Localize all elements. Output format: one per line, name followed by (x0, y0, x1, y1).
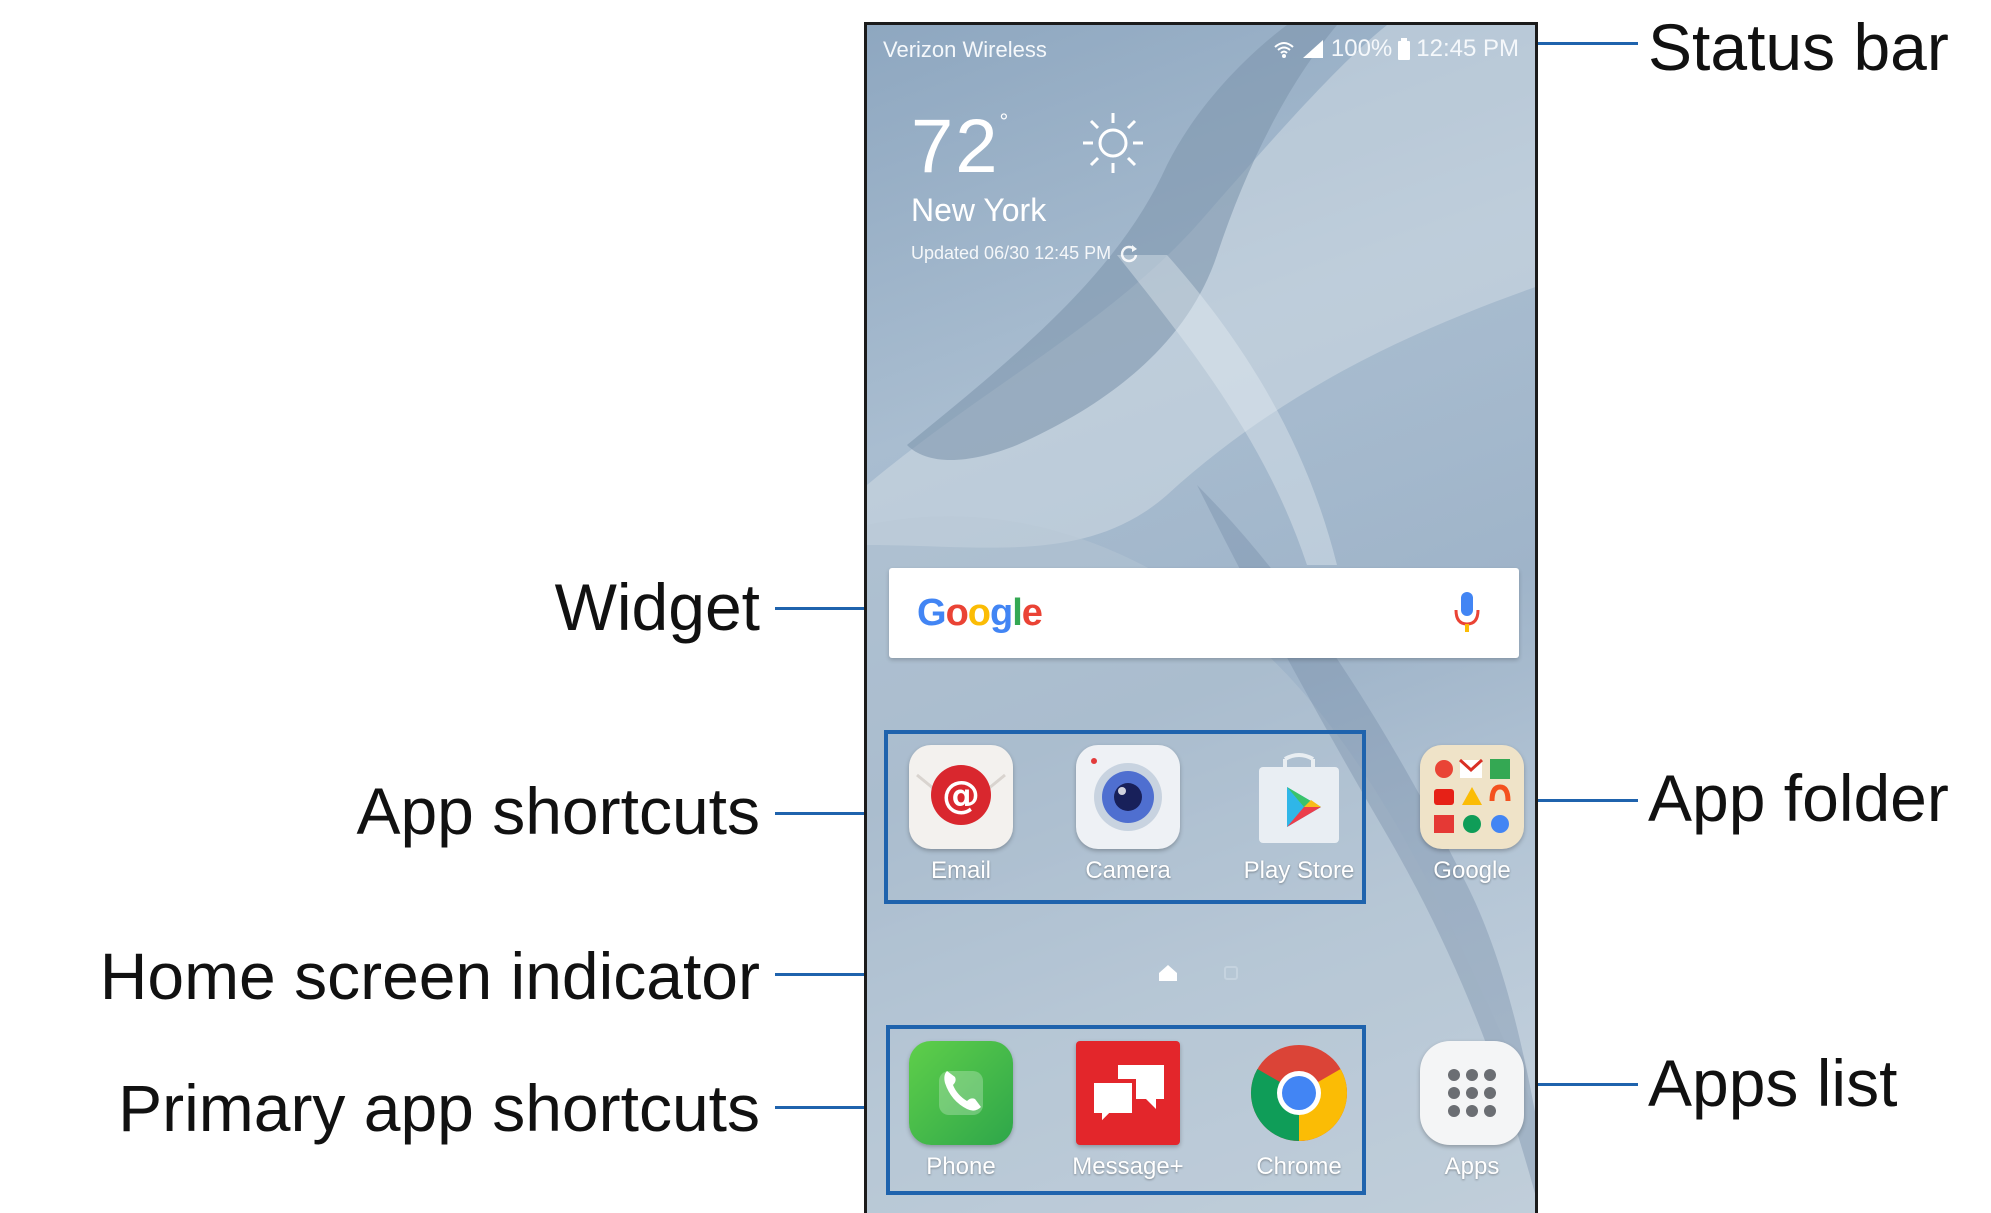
callout-primary-app-shortcuts: Primary app shortcuts (118, 1071, 760, 1145)
callout-apps-list: Apps list (1648, 1046, 1898, 1120)
callout-status-bar: Status bar (1648, 10, 1949, 84)
status-bar: Verizon Wireless 100% 12:45 PM (867, 25, 1535, 69)
wifi-icon (1274, 42, 1294, 58)
google-logo: Google (917, 592, 1043, 635)
google-logo-letter: g (990, 592, 1013, 634)
google-logo-letter: o (967, 592, 991, 634)
google-folder-icon (1420, 745, 1524, 849)
battery-icon (1398, 38, 1411, 60)
degree-symbol: ° (999, 109, 1009, 134)
callout-app-folder: App folder (1648, 761, 1949, 835)
apps-grid-icon (1420, 1041, 1524, 1145)
google-search-widget[interactable]: Google (889, 568, 1519, 658)
weather-city: New York (911, 192, 1047, 228)
google-logo-letter: l (1012, 592, 1023, 634)
microphone-icon[interactable] (1453, 590, 1481, 636)
app-folder-google[interactable]: Google (1397, 745, 1535, 885)
callout-app-shortcuts: App shortcuts (356, 774, 760, 848)
weather-temperature: 72 (911, 104, 1000, 189)
phone-screen: Verizon Wireless 100% 12:45 PM 72° New Y… (864, 22, 1538, 1213)
weather-updated-text: Updated 06/30 12:45 PM (911, 243, 1112, 263)
status-indicators: 100% 12:45 PM (1273, 35, 1519, 63)
callout-home-screen-indicator: Home screen indicator (99, 939, 760, 1013)
signal-icon (1302, 40, 1323, 58)
sun-icon (1083, 113, 1143, 173)
callout-widget: Widget (554, 570, 760, 644)
app-label: Apps (1444, 1153, 1500, 1180)
apps-dots (1448, 1069, 1496, 1117)
weather-widget[interactable]: 72° New York Updated 06/30 12:45 PM (911, 103, 1143, 264)
carrier-name: Verizon Wireless (883, 37, 1047, 62)
leader-status-bar (1538, 42, 1638, 45)
apps-list-button[interactable]: Apps (1397, 1041, 1535, 1181)
google-logo-letter: o (945, 592, 969, 634)
app-shortcuts-highlight (884, 730, 1366, 904)
google-logo-letter: e (1021, 592, 1043, 634)
google-logo-letter: G (917, 592, 947, 634)
app-label: Google (1433, 857, 1511, 884)
refresh-icon[interactable] (1119, 244, 1139, 264)
battery-percent: 100% (1330, 35, 1393, 62)
page-indicator-dot[interactable] (1224, 966, 1238, 980)
primary-shortcuts-highlight (886, 1025, 1366, 1195)
status-time: 12:45 PM (1416, 35, 1519, 62)
home-page-indicator-icon[interactable] (1159, 965, 1177, 981)
weather-updated-row: Updated 06/30 12:45 PM (911, 243, 1139, 264)
